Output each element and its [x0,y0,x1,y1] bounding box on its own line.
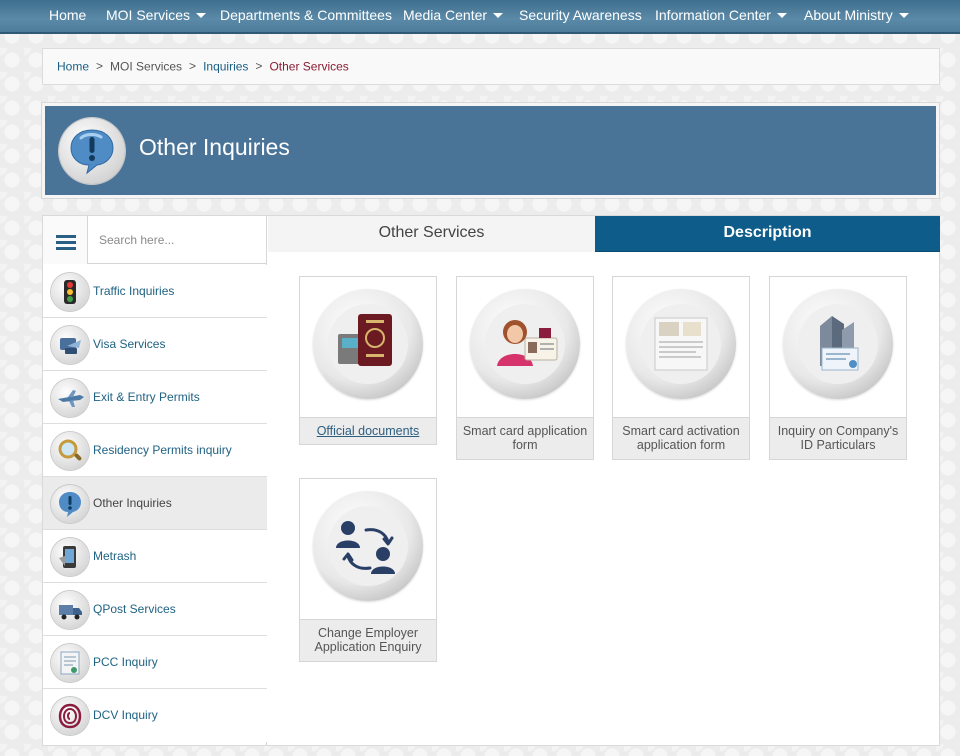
sidebar-item-label: Metrash [93,549,137,563]
nav-media-center-label: Media Center [403,7,488,23]
hamburger-icon [56,241,76,244]
tab-description[interactable]: Description [595,216,940,252]
sidebar-item-qpost-services[interactable]: QPost Services [43,583,267,636]
breadcrumb-separator: > [189,59,197,74]
sidebar-item-label: PCC Inquiry [93,655,158,669]
tile-label: Inquiry on Company's ID Particulars [770,417,906,459]
traffic-light-icon [51,273,89,311]
change-employer-image [328,506,408,586]
airplane-icon [51,379,89,417]
breadcrumb-moi-services: MOI Services [110,59,183,74]
breadcrumb: Home > MOI Services > Inquiries > Other Servic… [42,48,940,85]
chevron-down-icon [776,12,787,18]
chevron-down-icon [493,12,504,18]
nav-moi-services-label: MOI Services [106,7,191,23]
tile-change-employer[interactable]: Change Employer Application Enquiry [299,478,437,662]
search-input[interactable] [89,217,265,263]
nav-about-ministry-label: About Ministry [804,7,893,23]
sidebar-item-label: Residency Permits inquiry [93,443,232,457]
smart-card-application-icon [470,289,580,399]
metrash-phone-icon [51,538,89,576]
breadcrumb-current: Other Services [269,59,349,74]
company-id-icon [783,289,893,399]
nav-information-center-label: Information Center [655,7,771,23]
tile-label[interactable]: Official documents [300,417,436,444]
nav-departments-label: Departments & Committees [220,7,392,23]
sidebar-item-label: Exit & Entry Permits [93,390,200,404]
main-content: Traffic Inquiries Visa Services Exit & E… [42,215,940,746]
sidebar-item-metrash[interactable]: Metrash [43,530,267,583]
sidebar-item-label: Visa Services [93,337,166,351]
tile-label: Smart card activation application form [613,417,749,459]
tile-company-id-particulars[interactable]: Inquiry on Company's ID Particulars [769,276,907,460]
sidebar-item-visa-services[interactable]: Visa Services [43,318,267,371]
tile-label: Change Employer Application Enquiry [300,619,436,661]
sidebar-item-label: QPost Services [93,602,176,616]
sidebar-item-label: DCV Inquiry [93,708,158,722]
nav-media-center[interactable]: Media Center [403,0,504,32]
exclamation-bubble-icon [51,485,89,523]
pcc-certificate-icon [51,644,89,682]
sidebar-item-other-inquiries[interactable]: Other Inquiries [43,477,267,530]
breadcrumb-separator: > [96,59,104,74]
breadcrumb-inquiries[interactable]: Inquiries [203,59,248,73]
nav-about-ministry[interactable]: About Ministry [804,0,909,32]
top-navigation-bar: Home MOI Services Departments & Committe… [0,0,960,34]
tile-smart-card-activation[interactable]: Smart card activation application form [612,276,750,460]
breadcrumb-home[interactable]: Home [57,59,89,73]
smart-card-activation-icon [626,289,736,399]
sidebar-item-label: Other Inquiries [93,496,172,510]
official-documents-image [328,304,408,384]
page-title: Other Inquiries [139,134,290,160]
hamburger-icon [56,247,76,250]
sidebar-item-dcv-inquiry[interactable]: DCV Inquiry [43,689,267,742]
sidebar-item-traffic-inquiries[interactable]: Traffic Inquiries [43,265,267,318]
nav-departments-committees[interactable]: Departments & Committees [220,0,392,32]
smart-card-application-image [485,304,565,384]
visa-passport-icon [51,326,89,364]
sidebar: Traffic Inquiries Visa Services Exit & E… [43,216,267,745]
nav-security-awareness-label: Security Awareness [519,7,642,23]
breadcrumb-separator: > [255,59,263,74]
page-header-banner: Other Inquiries [45,106,936,195]
nav-home-label: Home [49,7,87,23]
chevron-down-icon [898,12,909,18]
sidebar-item-exit-entry-permits[interactable]: Exit & Entry Permits [43,371,267,424]
tab-other-services[interactable]: Other Services [268,216,595,252]
nav-security-awareness[interactable]: Security Awareness [519,0,642,32]
company-id-image [798,304,878,384]
official-documents-icon [313,289,423,399]
nav-moi-services[interactable]: MOI Services [106,0,207,32]
page-header: Other Inquiries [41,102,940,199]
sidebar-search-row [43,216,267,264]
hamburger-menu-button[interactable] [43,216,88,264]
delivery-truck-icon [51,591,89,629]
tile-smart-card-application[interactable]: Smart card application form [456,276,594,460]
sidebar-item-label: Traffic Inquiries [93,284,175,298]
tile-official-documents[interactable]: Official documents [299,276,437,445]
residency-magnifier-icon [51,432,89,470]
smart-card-activation-image [641,304,721,384]
sidebar-item-residency-permits[interactable]: Residency Permits inquiry [43,424,267,477]
nav-information-center[interactable]: Information Center [655,0,787,32]
chevron-down-icon [196,12,207,18]
exclamation-bubble-icon [59,118,125,184]
change-employer-icon [313,491,423,601]
nav-home[interactable]: Home [49,0,86,32]
tile-label: Smart card application form [457,417,593,459]
hamburger-icon [56,235,76,238]
dcv-fingerprint-icon [51,697,89,735]
sidebar-item-pcc-inquiry[interactable]: PCC Inquiry [43,636,267,689]
